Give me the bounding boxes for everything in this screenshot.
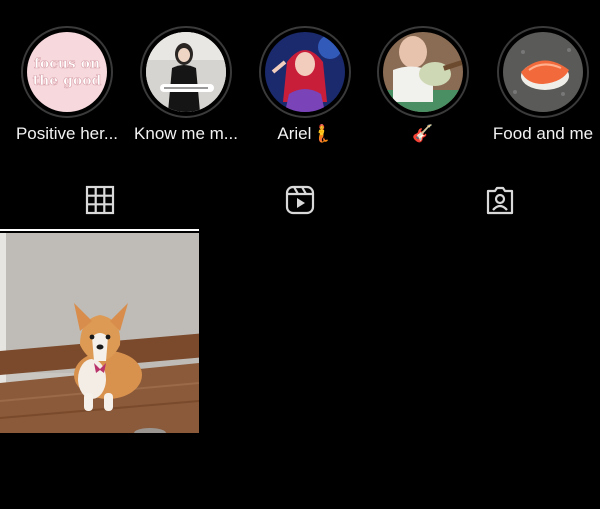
tagged-person-icon — [486, 186, 514, 215]
grid-icon — [85, 185, 115, 215]
highlight-cover — [265, 32, 345, 112]
highlight-ariel[interactable]: Ariel🧜 — [245, 26, 365, 144]
highlight-positive[interactable]: focus on the good Positive her... — [7, 26, 127, 144]
reels-icon — [285, 185, 315, 215]
highlight-ring: focus on the good — [21, 26, 113, 118]
highlight-cover — [146, 32, 226, 112]
highlight-ring — [140, 26, 232, 118]
highlight-ring — [377, 26, 469, 118]
tab-posts-grid[interactable] — [80, 180, 120, 220]
cover-text-line1: focus on — [34, 56, 100, 72]
highlight-guitar[interactable]: 🎸 — [363, 26, 483, 144]
story-highlights-row: focus on the good Positive her... Know m… — [0, 0, 600, 160]
highlight-cover — [503, 32, 583, 112]
profile-tabs — [0, 180, 600, 224]
highlight-ring — [259, 26, 351, 118]
highlight-cover — [383, 32, 463, 112]
highlight-cover: focus on the good — [27, 32, 107, 112]
active-tab-indicator — [0, 229, 199, 231]
highlight-know-me[interactable]: Know me m... — [126, 26, 246, 144]
highlight-label: Food and me — [492, 124, 594, 143]
highlight-food[interactable]: Food and me — [483, 26, 600, 144]
highlight-label: 🎸 — [412, 124, 434, 143]
corgi-photo — [0, 233, 199, 433]
highlight-label: Know me m... — [134, 124, 238, 143]
highlight-label: Ariel🧜 — [277, 124, 333, 143]
tab-tagged[interactable] — [480, 180, 520, 220]
cover-text-line2: the good — [33, 73, 102, 89]
post-thumbnail[interactable] — [0, 233, 199, 433]
highlight-label: Positive her... — [15, 124, 119, 143]
tab-reels[interactable] — [280, 180, 320, 220]
highlight-ring — [497, 26, 589, 118]
